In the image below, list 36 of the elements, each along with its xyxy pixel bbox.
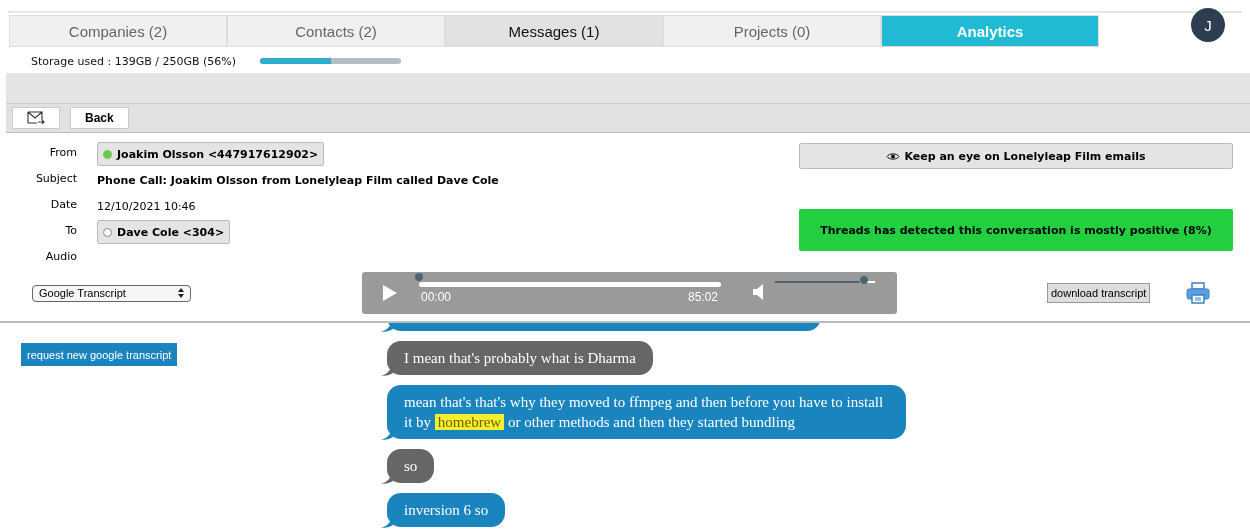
message-text: I mean that's probably what is Dharma: [404, 349, 636, 368]
seek-thumb[interactable]: [415, 273, 423, 281]
speaker-icon[interactable]: [753, 284, 763, 300]
tab[interactable]: Messages (1): [445, 15, 663, 47]
field-value: 12/10/2021 10:46: [97, 199, 196, 213]
select-arrows-icon: [178, 288, 184, 298]
contact-chip[interactable]: Dave Cole <304>: [97, 220, 231, 244]
message-text: inversion 6 so: [404, 501, 489, 520]
watch-button[interactable]: Keep an eye on Lonelyleap Film emails: [799, 143, 1233, 169]
field-label: Audio: [44, 249, 77, 265]
eye-icon: [886, 151, 901, 161]
duration: 85:02: [688, 290, 719, 304]
download-button[interactable]: download transcript: [1047, 283, 1151, 303]
sentiment-banner: Threads has detected this conversation is mostly positive (8%): [799, 209, 1233, 251]
bubble-tail: [381, 323, 393, 332]
compose-button[interactable]: [12, 107, 60, 129]
tab[interactable]: Companies (2): [9, 15, 227, 47]
field-label: Date: [49, 197, 77, 213]
field-label: To: [64, 223, 77, 239]
avatar[interactable]: J: [1191, 8, 1225, 42]
field-value: Phone Call: Joakim Olsson from Lonelyleap Film called Dave Cole: [97, 173, 499, 187]
storage-label: Storage used : 139GB / 250GB (56%): [31, 54, 237, 68]
transcript-select[interactable]: Google Transcript: [32, 284, 191, 302]
play-icon[interactable]: [383, 285, 397, 301]
tab[interactable]: Contacts (2): [227, 15, 445, 47]
field-label: From: [48, 145, 77, 161]
printer-icon[interactable]: [1186, 282, 1211, 304]
message-text: mean that's that's why they moved to ffmpeg and then before you have to install it by homebrew or other methods and then they started bundling: [404, 393, 885, 432]
back-button[interactable]: Back: [70, 107, 129, 129]
message-text: so: [404, 457, 418, 476]
mail-forward-icon: [27, 111, 45, 125]
current-time: 00:00: [421, 290, 452, 304]
request-transcript-button[interactable]: request new google transcript: [21, 343, 178, 366]
tab[interactable]: Projects (0): [663, 15, 881, 47]
contact-chip[interactable]: Joakim Olsson <447917612902>: [97, 142, 325, 166]
field-label: Subject: [34, 171, 77, 187]
